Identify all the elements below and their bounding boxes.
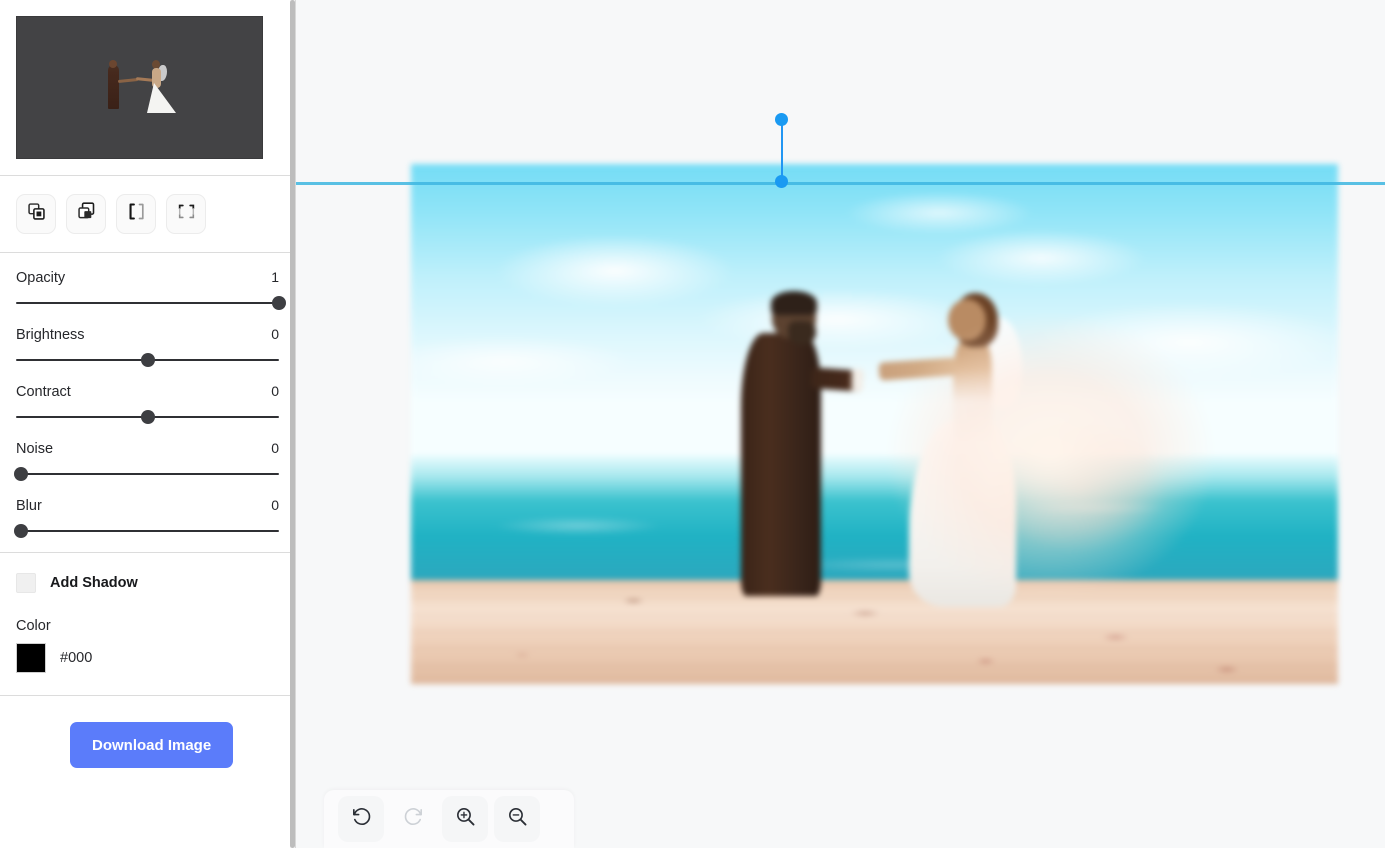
add-shadow-label: Add Shadow	[50, 575, 138, 591]
slider-label: Blur	[16, 498, 42, 514]
slider-brightness: Brightness 0	[16, 326, 279, 367]
slider-thumb-brightness[interactable]	[140, 353, 155, 367]
add-shadow-row[interactable]: Add Shadow	[16, 573, 279, 593]
preview-groom-head	[108, 59, 117, 68]
slider-value: 1	[271, 269, 279, 285]
download-image-button[interactable]: Download Image	[70, 722, 234, 768]
slider-value: 0	[271, 440, 279, 456]
bottom-toolbar	[324, 790, 574, 848]
wedding-couple-photo[interactable]	[411, 164, 1338, 684]
undo-button[interactable]	[338, 796, 384, 842]
redo-button[interactable]	[390, 796, 436, 842]
slider-thumb-contract[interactable]	[140, 410, 155, 424]
slider-value: 0	[271, 497, 279, 513]
zoom-out-button[interactable]	[494, 796, 540, 842]
fit-to-canvas-button[interactable]	[166, 194, 206, 234]
shadow-color-row: #000	[16, 643, 279, 673]
slider-thumb-noise[interactable]	[14, 467, 29, 481]
slider-value: 0	[271, 383, 279, 399]
slider-header: Opacity 1	[16, 269, 279, 286]
preview-groom	[107, 64, 119, 109]
slider-header: Blur 0	[16, 497, 279, 514]
layer-tool-row	[0, 176, 295, 252]
layer-preview[interactable]	[16, 16, 263, 159]
layer-preview-panel	[0, 0, 295, 175]
horizontal-guide-line[interactable]	[296, 182, 1385, 185]
slider-blur: Blur 0	[14, 497, 279, 538]
photo-sun-glow	[411, 164, 1338, 684]
shadow-settings: Add Shadow Color #000	[0, 553, 295, 695]
shadow-color-label: Color	[16, 618, 51, 634]
resize-handle[interactable]	[775, 175, 788, 188]
slider-label: Opacity	[16, 270, 66, 286]
slider-track-brightness[interactable]	[16, 353, 279, 367]
slider-value: 0	[271, 326, 279, 342]
slider-track-opacity[interactable]	[16, 296, 286, 310]
bring-to-front-button[interactable]	[16, 194, 56, 234]
redo-icon	[402, 805, 425, 833]
canvas-area[interactable]	[296, 0, 1385, 848]
slider-header: Contract 0	[16, 383, 279, 400]
slider-label: Contract	[16, 384, 71, 400]
zoom-in-button[interactable]	[442, 796, 488, 842]
rotate-handle[interactable]	[775, 113, 788, 126]
slider-thumb-opacity[interactable]	[272, 296, 286, 310]
send-to-back-button[interactable]	[66, 194, 106, 234]
sidebar-scrollbar-track[interactable]	[290, 0, 295, 848]
fit-to-selection-button[interactable]	[116, 194, 156, 234]
download-section: Download Image	[0, 696, 295, 768]
slider-label: Noise	[16, 441, 54, 457]
preview-dress	[146, 82, 176, 113]
slider-track-noise[interactable]	[14, 467, 279, 481]
slider-opacity: Opacity 1	[16, 269, 286, 310]
bring-to-front-icon	[26, 201, 47, 227]
add-shadow-checkbox[interactable]	[16, 573, 36, 593]
slider-track-blur[interactable]	[14, 524, 279, 538]
slider-noise: Noise 0	[14, 440, 279, 481]
slider-track-contract[interactable]	[16, 410, 279, 424]
image-editor-app: Opacity 1 Brightness 0 Contract 0 Noise …	[0, 0, 1385, 848]
preview-arm-left	[117, 77, 138, 83]
preview-thumbnail-subject	[90, 57, 190, 119]
zoom-out-icon	[506, 805, 529, 833]
shadow-color-swatch[interactable]	[16, 643, 46, 673]
slider-label: Brightness	[16, 327, 85, 343]
send-to-back-icon	[76, 201, 97, 227]
fit-to-selection-icon	[126, 201, 147, 227]
slider-thumb-blur[interactable]	[14, 524, 29, 538]
left-sidebar: Opacity 1 Brightness 0 Contract 0 Noise …	[0, 0, 296, 848]
sidebar-scrollbar-thumb[interactable]	[290, 0, 295, 848]
slider-header: Noise 0	[16, 440, 279, 457]
zoom-in-icon	[454, 805, 477, 833]
handle-connector-line	[781, 120, 783, 182]
shadow-color-hex: #000	[60, 650, 93, 666]
slider-header: Brightness 0	[16, 326, 279, 343]
slider-contract: Contract 0	[16, 383, 279, 424]
fit-to-canvas-icon	[176, 201, 197, 227]
adjustment-sliders: Opacity 1 Brightness 0 Contract 0 Noise …	[0, 253, 295, 552]
undo-icon	[350, 805, 373, 833]
